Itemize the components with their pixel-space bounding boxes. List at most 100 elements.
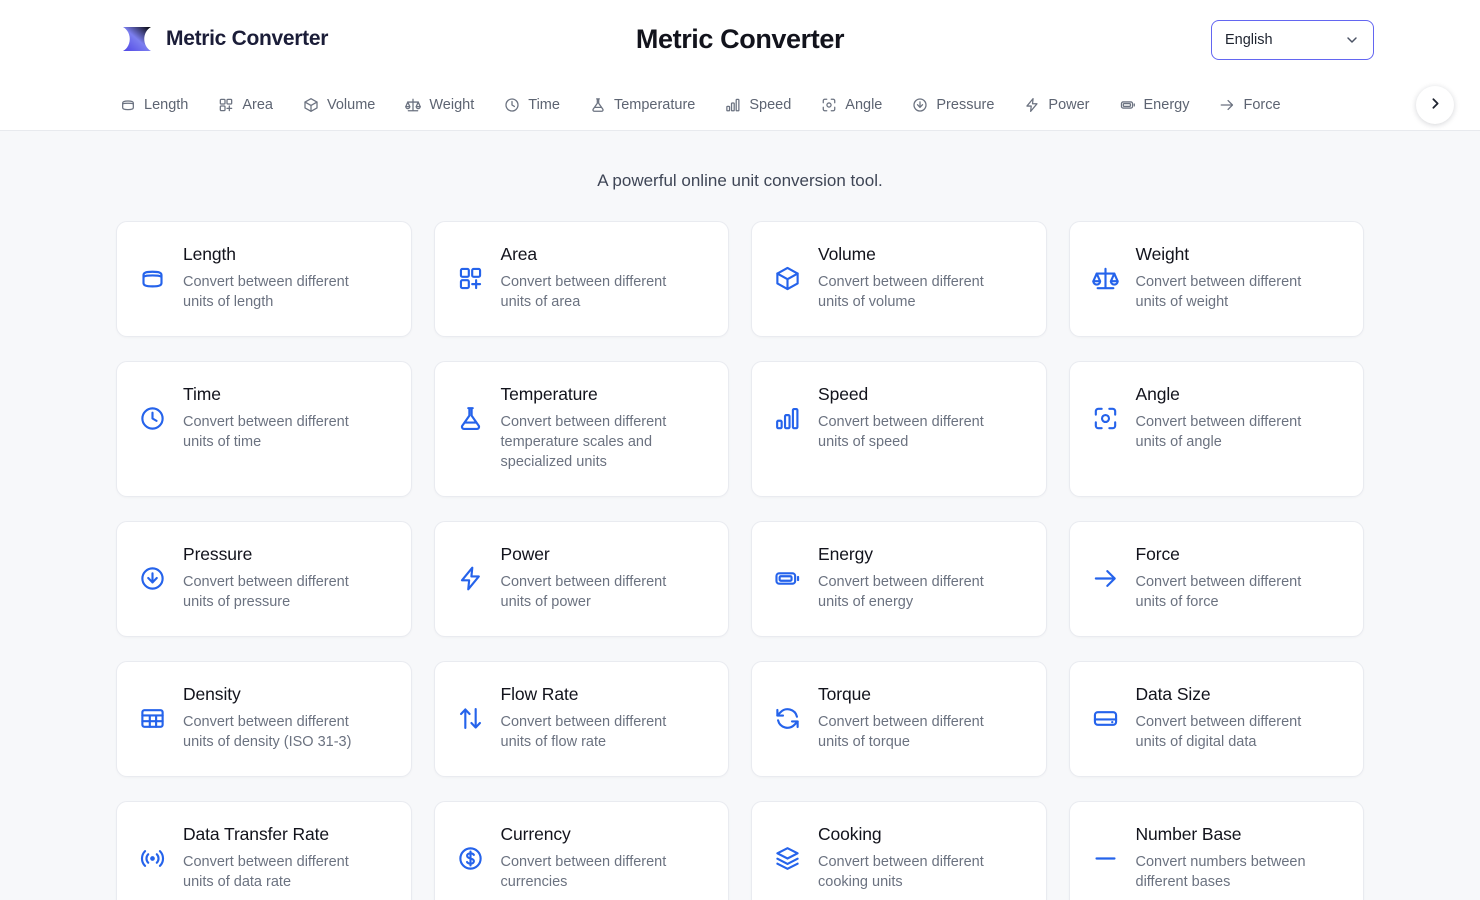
- scale-icon: [405, 97, 422, 113]
- nav-item-pressure[interactable]: Pressure: [912, 97, 1010, 113]
- grid-plus-icon: [218, 97, 234, 113]
- converter-card-angle[interactable]: Angle Convert between different units of …: [1068, 361, 1364, 497]
- card-body: Pressure Convert between different units …: [183, 544, 391, 612]
- converter-card-power[interactable]: Power Convert between different units of …: [433, 521, 729, 637]
- converter-card-force[interactable]: Force Convert between different units of …: [1068, 521, 1364, 637]
- refresh-icon: [774, 705, 801, 732]
- nav-item-power[interactable]: Power: [1024, 97, 1105, 113]
- arrow-down-circle-icon: [139, 565, 166, 592]
- nav-item-label: Energy: [1143, 97, 1190, 113]
- card-description: Convert between different units of time: [183, 414, 349, 450]
- clock-icon: [504, 97, 520, 113]
- card-title: Time: [183, 384, 221, 404]
- card-title: Flow Rate: [500, 684, 579, 704]
- card-title: Energy: [818, 544, 873, 564]
- converter-card-currency[interactable]: Currency Convert between different curren…: [433, 801, 729, 900]
- nav-item-label: Weight: [429, 97, 475, 113]
- card-body: Currency Convert between different curren…: [501, 824, 709, 892]
- converter-card-number-base[interactable]: Number Base Convert numbers between diffe…: [1068, 801, 1364, 900]
- category-nav: Length Area Volume Weight Time Temperature Spe…: [0, 80, 1480, 130]
- grid-plus-icon: [457, 265, 484, 292]
- hard-drive-icon: [1092, 705, 1119, 732]
- converter-card-area[interactable]: Area Convert between different units of a…: [433, 221, 729, 337]
- card-title: Data Size: [1135, 684, 1211, 704]
- language-select-value: English: [1225, 32, 1273, 48]
- card-title: Area: [500, 244, 538, 264]
- nav-item-label: Power: [1048, 97, 1090, 113]
- bar-chart-icon: [774, 405, 801, 432]
- card-title: Pressure: [183, 544, 253, 564]
- card-body: Number Base Convert numbers between diffe…: [1136, 824, 1344, 892]
- nav-item-label: Area: [242, 97, 273, 113]
- nav-item-label: Speed: [749, 97, 792, 113]
- box-icon: [139, 265, 166, 292]
- card-body: Data Transfer Rate Convert between differ…: [183, 824, 391, 892]
- card-title: Number Base: [1135, 824, 1242, 844]
- card-description: Convert between different temperature sc…: [500, 414, 667, 470]
- converter-card-cooking[interactable]: Cooking Convert between different cooking…: [751, 801, 1047, 900]
- nav-item-time[interactable]: Time: [504, 97, 576, 113]
- nav-item-label: Angle: [845, 97, 883, 113]
- card-title: Torque: [818, 684, 871, 704]
- card-description: Convert between different units of digit…: [1135, 714, 1302, 750]
- converter-card-temperature[interactable]: Temperature Convert between different tem…: [433, 361, 729, 497]
- converter-card-torque[interactable]: Torque Convert between different units of…: [751, 661, 1047, 777]
- nav-item-force[interactable]: Force: [1219, 97, 1296, 113]
- converter-card-length[interactable]: Length Convert between different units of…: [116, 221, 412, 337]
- card-body: Cooking Convert between different cooking…: [818, 824, 1026, 892]
- nav-item-weight[interactable]: Weight: [405, 97, 490, 113]
- dollar-circle-icon: [457, 845, 484, 872]
- card-title: Speed: [818, 384, 869, 404]
- card-description: Convert between different units of energ…: [818, 574, 984, 610]
- nav-item-energy[interactable]: Energy: [1120, 97, 1206, 113]
- card-body: Data Size Convert between different units…: [1136, 684, 1344, 752]
- scale-icon: [1091, 265, 1119, 292]
- nav-item-length[interactable]: Length: [120, 97, 204, 113]
- card-body: Density Convert between different units o…: [183, 684, 391, 752]
- nav-item-label: Length: [144, 97, 189, 113]
- card-description: Convert between different units of weigh…: [1135, 274, 1302, 310]
- signal-icon: [139, 845, 166, 872]
- converter-card-data-transfer-rate[interactable]: Data Transfer Rate Convert between differ…: [116, 801, 412, 900]
- arrow-right-icon: [1219, 97, 1235, 113]
- converter-card-speed[interactable]: Speed Convert between different units of …: [751, 361, 1047, 497]
- nav-item-area[interactable]: Area: [218, 97, 289, 113]
- card-description: Convert between different units of angle: [1135, 414, 1302, 450]
- card-description: Convert between different cooking units: [818, 854, 984, 890]
- card-body: Flow Rate Convert between different units…: [501, 684, 709, 752]
- converter-card-density[interactable]: Density Convert between different units o…: [116, 661, 412, 777]
- language-select[interactable]: English: [1211, 20, 1374, 60]
- clock-icon: [139, 405, 166, 432]
- category-nav-list[interactable]: Length Area Volume Weight Time Temperature Spe…: [0, 80, 1480, 130]
- card-body: Torque Convert between different units of…: [818, 684, 1026, 752]
- card-body: Speed Convert between different units of …: [818, 384, 1026, 452]
- card-description: Convert between different units of densi…: [183, 714, 352, 750]
- converter-card-pressure[interactable]: Pressure Convert between different units …: [116, 521, 412, 637]
- converter-card-data-size[interactable]: Data Size Convert between different units…: [1068, 661, 1364, 777]
- nav-item-speed[interactable]: Speed: [725, 97, 807, 113]
- converter-card-time[interactable]: Time Convert between different units of t…: [116, 361, 412, 497]
- nav-item-volume[interactable]: Volume: [303, 97, 391, 113]
- converter-card-volume[interactable]: Volume Convert between different units of…: [751, 221, 1047, 337]
- converter-card-energy[interactable]: Energy Convert between different units of…: [751, 521, 1047, 637]
- card-description: Convert numbers between different bases: [1135, 854, 1306, 890]
- card-description: Convert between different units of volum…: [818, 274, 984, 310]
- bar-chart-icon: [725, 97, 741, 113]
- card-body: Force Convert between different units of …: [1136, 544, 1344, 612]
- card-body: Time Convert between different units of t…: [183, 384, 391, 452]
- nav-scroll-next-button[interactable]: [1416, 86, 1454, 124]
- converter-card-flow-rate[interactable]: Flow Rate Convert between different units…: [433, 661, 729, 777]
- converter-card-weight[interactable]: Weight Convert between different units of…: [1068, 221, 1364, 337]
- table-icon: [139, 705, 166, 732]
- cube-icon: [303, 97, 319, 113]
- minus-icon: [1092, 845, 1119, 872]
- card-title: Power: [500, 544, 550, 564]
- bolt-icon: [1024, 97, 1040, 113]
- card-description: Convert between different units of press…: [183, 574, 349, 610]
- converter-card-grid: Length Convert between different units of…: [116, 221, 1364, 900]
- nav-item-temperature[interactable]: Temperature: [590, 97, 711, 113]
- nav-item-label: Time: [528, 97, 560, 113]
- card-description: Convert between different units of area: [500, 274, 667, 310]
- layers-icon: [774, 845, 801, 872]
- nav-item-angle[interactable]: Angle: [821, 97, 898, 113]
